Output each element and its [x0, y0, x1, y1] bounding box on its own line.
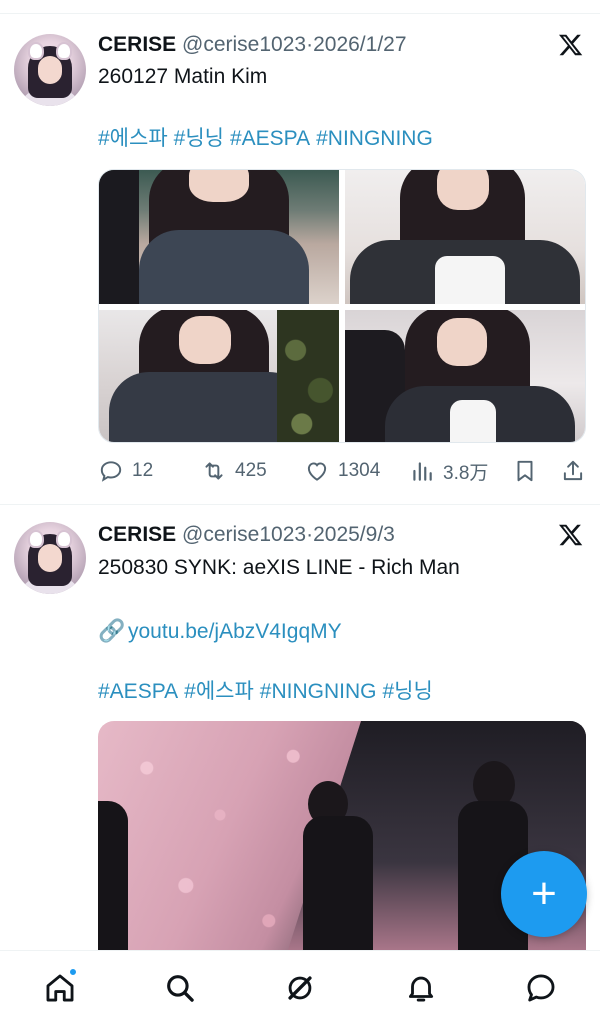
share-button[interactable] — [560, 454, 586, 488]
x-logo-icon — [558, 32, 584, 58]
hashtag[interactable]: #NINGNING — [316, 127, 433, 150]
avatar[interactable] — [14, 522, 86, 594]
author-name[interactable]: CERISE — [98, 523, 176, 546]
tweet-date[interactable]: 2025/9/3 — [313, 523, 395, 546]
youtube-link[interactable]: youtu.be/jAbzV4IgqMY — [128, 620, 342, 643]
search-icon — [167, 975, 194, 1002]
hashtag[interactable]: #에스파 — [98, 127, 168, 150]
retweet-icon — [205, 462, 223, 480]
tweet-text: 260127 Matin Kim — [98, 65, 268, 88]
tweet-header: CERISE @cerise1023·2025/9/3 — [98, 522, 395, 548]
tweet-actions: 12 425 1304 3.8万 — [98, 454, 588, 488]
photo-2[interactable] — [345, 170, 585, 304]
hashtag[interactable]: #닝닝 — [174, 127, 224, 150]
reply-icon — [100, 461, 122, 482]
hashtag[interactable]: #NINGNING — [260, 680, 377, 703]
photo-4[interactable] — [345, 310, 585, 442]
x-logo-icon — [558, 522, 584, 548]
tweet-1[interactable]: CERISE @cerise1023·2026/1/27 260127 Mati… — [0, 14, 600, 505]
tab-grok[interactable] — [283, 971, 317, 1005]
link-icon: 🔗 — [98, 618, 126, 643]
hashtag[interactable]: #AESPA — [230, 127, 310, 150]
tab-messages[interactable] — [524, 971, 558, 1005]
tab-notifications[interactable] — [404, 971, 438, 1005]
link-row: 🔗 youtu.be/jAbzV4IgqMY — [98, 618, 342, 645]
retweet-count: 425 — [235, 460, 267, 481]
views-button[interactable]: 3.8万 — [409, 454, 488, 488]
photo-3[interactable] — [99, 310, 339, 442]
hashtag[interactable]: #닝닝 — [382, 680, 432, 703]
tweet-header: CERISE @cerise1023·2026/1/27 — [98, 32, 407, 58]
reply-count: 12 — [132, 460, 154, 481]
bottom-tab-bar — [0, 950, 600, 1034]
hashtag[interactable]: #에스파 — [184, 680, 254, 703]
tab-search[interactable] — [163, 971, 197, 1005]
foliage — [277, 310, 339, 442]
notification-dot — [68, 967, 78, 977]
like-button[interactable]: 1304 — [304, 454, 380, 488]
grok-icon — [288, 976, 312, 1000]
bookmark-button[interactable] — [512, 454, 538, 488]
photo-1[interactable] — [99, 170, 339, 304]
plus-icon: + — [531, 869, 557, 918]
hashtags: #AESPA #에스파 #NINGNING #닝닝 — [98, 679, 433, 705]
photo-grid — [98, 169, 586, 443]
author-name[interactable]: CERISE — [98, 33, 176, 56]
tweet-date[interactable]: 2026/1/27 — [313, 33, 406, 56]
view-count: 3.8万 — [443, 462, 489, 484]
author-handle[interactable]: @cerise1023 — [182, 523, 306, 546]
views-icon — [413, 462, 432, 481]
share-icon — [563, 460, 583, 481]
hashtags: #에스파 #닝닝 #AESPA #NINGNING — [98, 126, 433, 152]
retweet-button[interactable]: 425 — [201, 454, 267, 488]
compose-button[interactable]: + — [501, 851, 587, 937]
author-handle[interactable]: @cerise1023 — [182, 33, 306, 56]
like-count: 1304 — [338, 460, 381, 481]
reply-button[interactable]: 12 — [98, 454, 153, 488]
heart-icon — [307, 462, 327, 481]
tweet-text: 250830 SYNK: aeXIS LINE - Rich Man — [98, 556, 460, 579]
message-icon — [527, 974, 555, 1002]
top-divider — [0, 0, 600, 14]
bookmark-icon — [517, 460, 533, 482]
avatar[interactable] — [14, 34, 86, 106]
bell-icon — [408, 976, 434, 1002]
hashtag[interactable]: #AESPA — [98, 680, 178, 703]
